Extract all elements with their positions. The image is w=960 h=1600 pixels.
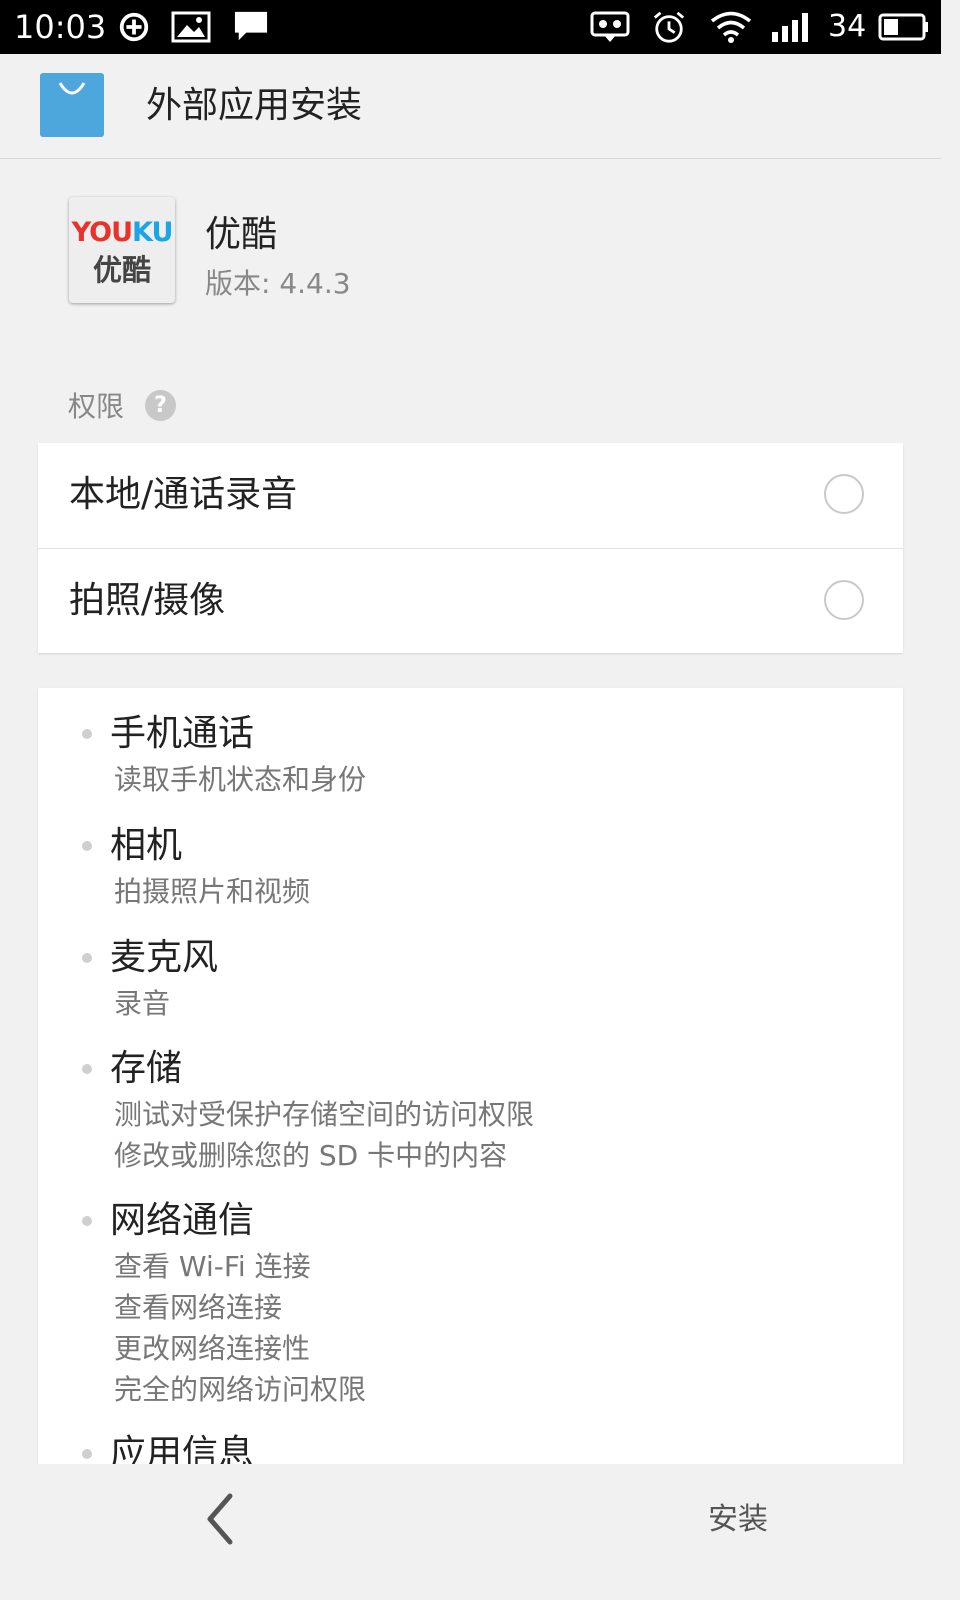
permission-detail: 更改网络连接性 xyxy=(114,1332,311,1365)
app-icon: YOUKU 优酷 xyxy=(69,197,175,303)
permission-detail: 测试对受保护存储空间的访问权限 xyxy=(114,1098,535,1131)
bottom-bar: 安装 xyxy=(0,1464,941,1568)
permission-group-title: 相机 xyxy=(110,825,183,866)
signal-3g-icon xyxy=(772,13,808,42)
page-title: 外部应用安装 xyxy=(146,85,363,126)
permission-group-title: 网络通信 xyxy=(110,1200,255,1241)
sync-icon xyxy=(119,12,149,42)
radio-button[interactable] xyxy=(824,580,864,620)
chat-icon xyxy=(234,11,268,41)
battery-icon xyxy=(878,13,928,41)
app-version: 版本: 4.4.3 xyxy=(205,267,351,300)
toggle-label: 本地/通话录音 xyxy=(69,474,298,515)
bullet-icon xyxy=(82,953,92,963)
permissions-label: 权限 xyxy=(68,390,125,423)
permission-detail: 查看 Wi-Fi 连接 xyxy=(114,1250,311,1283)
app-icon-text: 优酷 xyxy=(92,253,151,287)
bullet-icon xyxy=(82,1216,92,1226)
toggle-row-camera[interactable]: 拍照/摄像 xyxy=(38,548,903,654)
permission-detail: 录音 xyxy=(114,987,171,1020)
image-icon xyxy=(171,11,211,43)
status-time: 10:03 xyxy=(14,8,107,46)
radio-button[interactable] xyxy=(824,474,864,514)
toggle-row-recording[interactable]: 本地/通话录音 xyxy=(38,443,903,548)
bullet-icon xyxy=(82,1064,92,1074)
permission-group-title: 麦克风 xyxy=(110,937,219,978)
permission-toggles-card: 本地/通话录音 拍照/摄像 xyxy=(38,443,903,653)
help-icon[interactable]: ? xyxy=(145,390,176,421)
permission-list-card: 手机通话 读取手机状态和身份 相机 拍摄照片和视频 麦克风 录音 存储 测试对受… xyxy=(38,688,903,1464)
chevron-left-icon[interactable] xyxy=(196,1492,246,1546)
wifi-icon xyxy=(710,11,752,43)
permission-detail: 拍摄照片和视频 xyxy=(114,875,311,908)
app-icon-brand: YOUKU xyxy=(71,217,174,248)
permission-group-title: 手机通话 xyxy=(110,713,255,754)
permission-detail: 完全的网络访问权限 xyxy=(114,1373,367,1406)
permission-detail: 修改或删除您的 SD 卡中的内容 xyxy=(114,1139,508,1172)
bullet-icon xyxy=(82,1449,92,1459)
alarm-icon xyxy=(653,11,685,43)
app-bar: 外部应用安装 xyxy=(0,54,941,159)
bullet-icon xyxy=(82,841,92,851)
toggle-label: 拍照/摄像 xyxy=(69,580,226,621)
permission-group-title: 应用信息 xyxy=(110,1433,255,1464)
voicemail-icon xyxy=(590,11,630,42)
app-store-bag-icon xyxy=(40,73,104,137)
battery-level: 34 xyxy=(828,9,867,44)
app-name: 优酷 xyxy=(205,214,278,255)
permission-detail: 查看网络连接 xyxy=(114,1291,283,1324)
install-button[interactable]: 安装 xyxy=(708,1500,768,1540)
status-bar: 10:03 34 xyxy=(0,0,941,54)
bullet-icon xyxy=(82,729,92,739)
permission-group-title: 存储 xyxy=(110,1048,183,1089)
permission-detail: 读取手机状态和身份 xyxy=(114,763,367,796)
